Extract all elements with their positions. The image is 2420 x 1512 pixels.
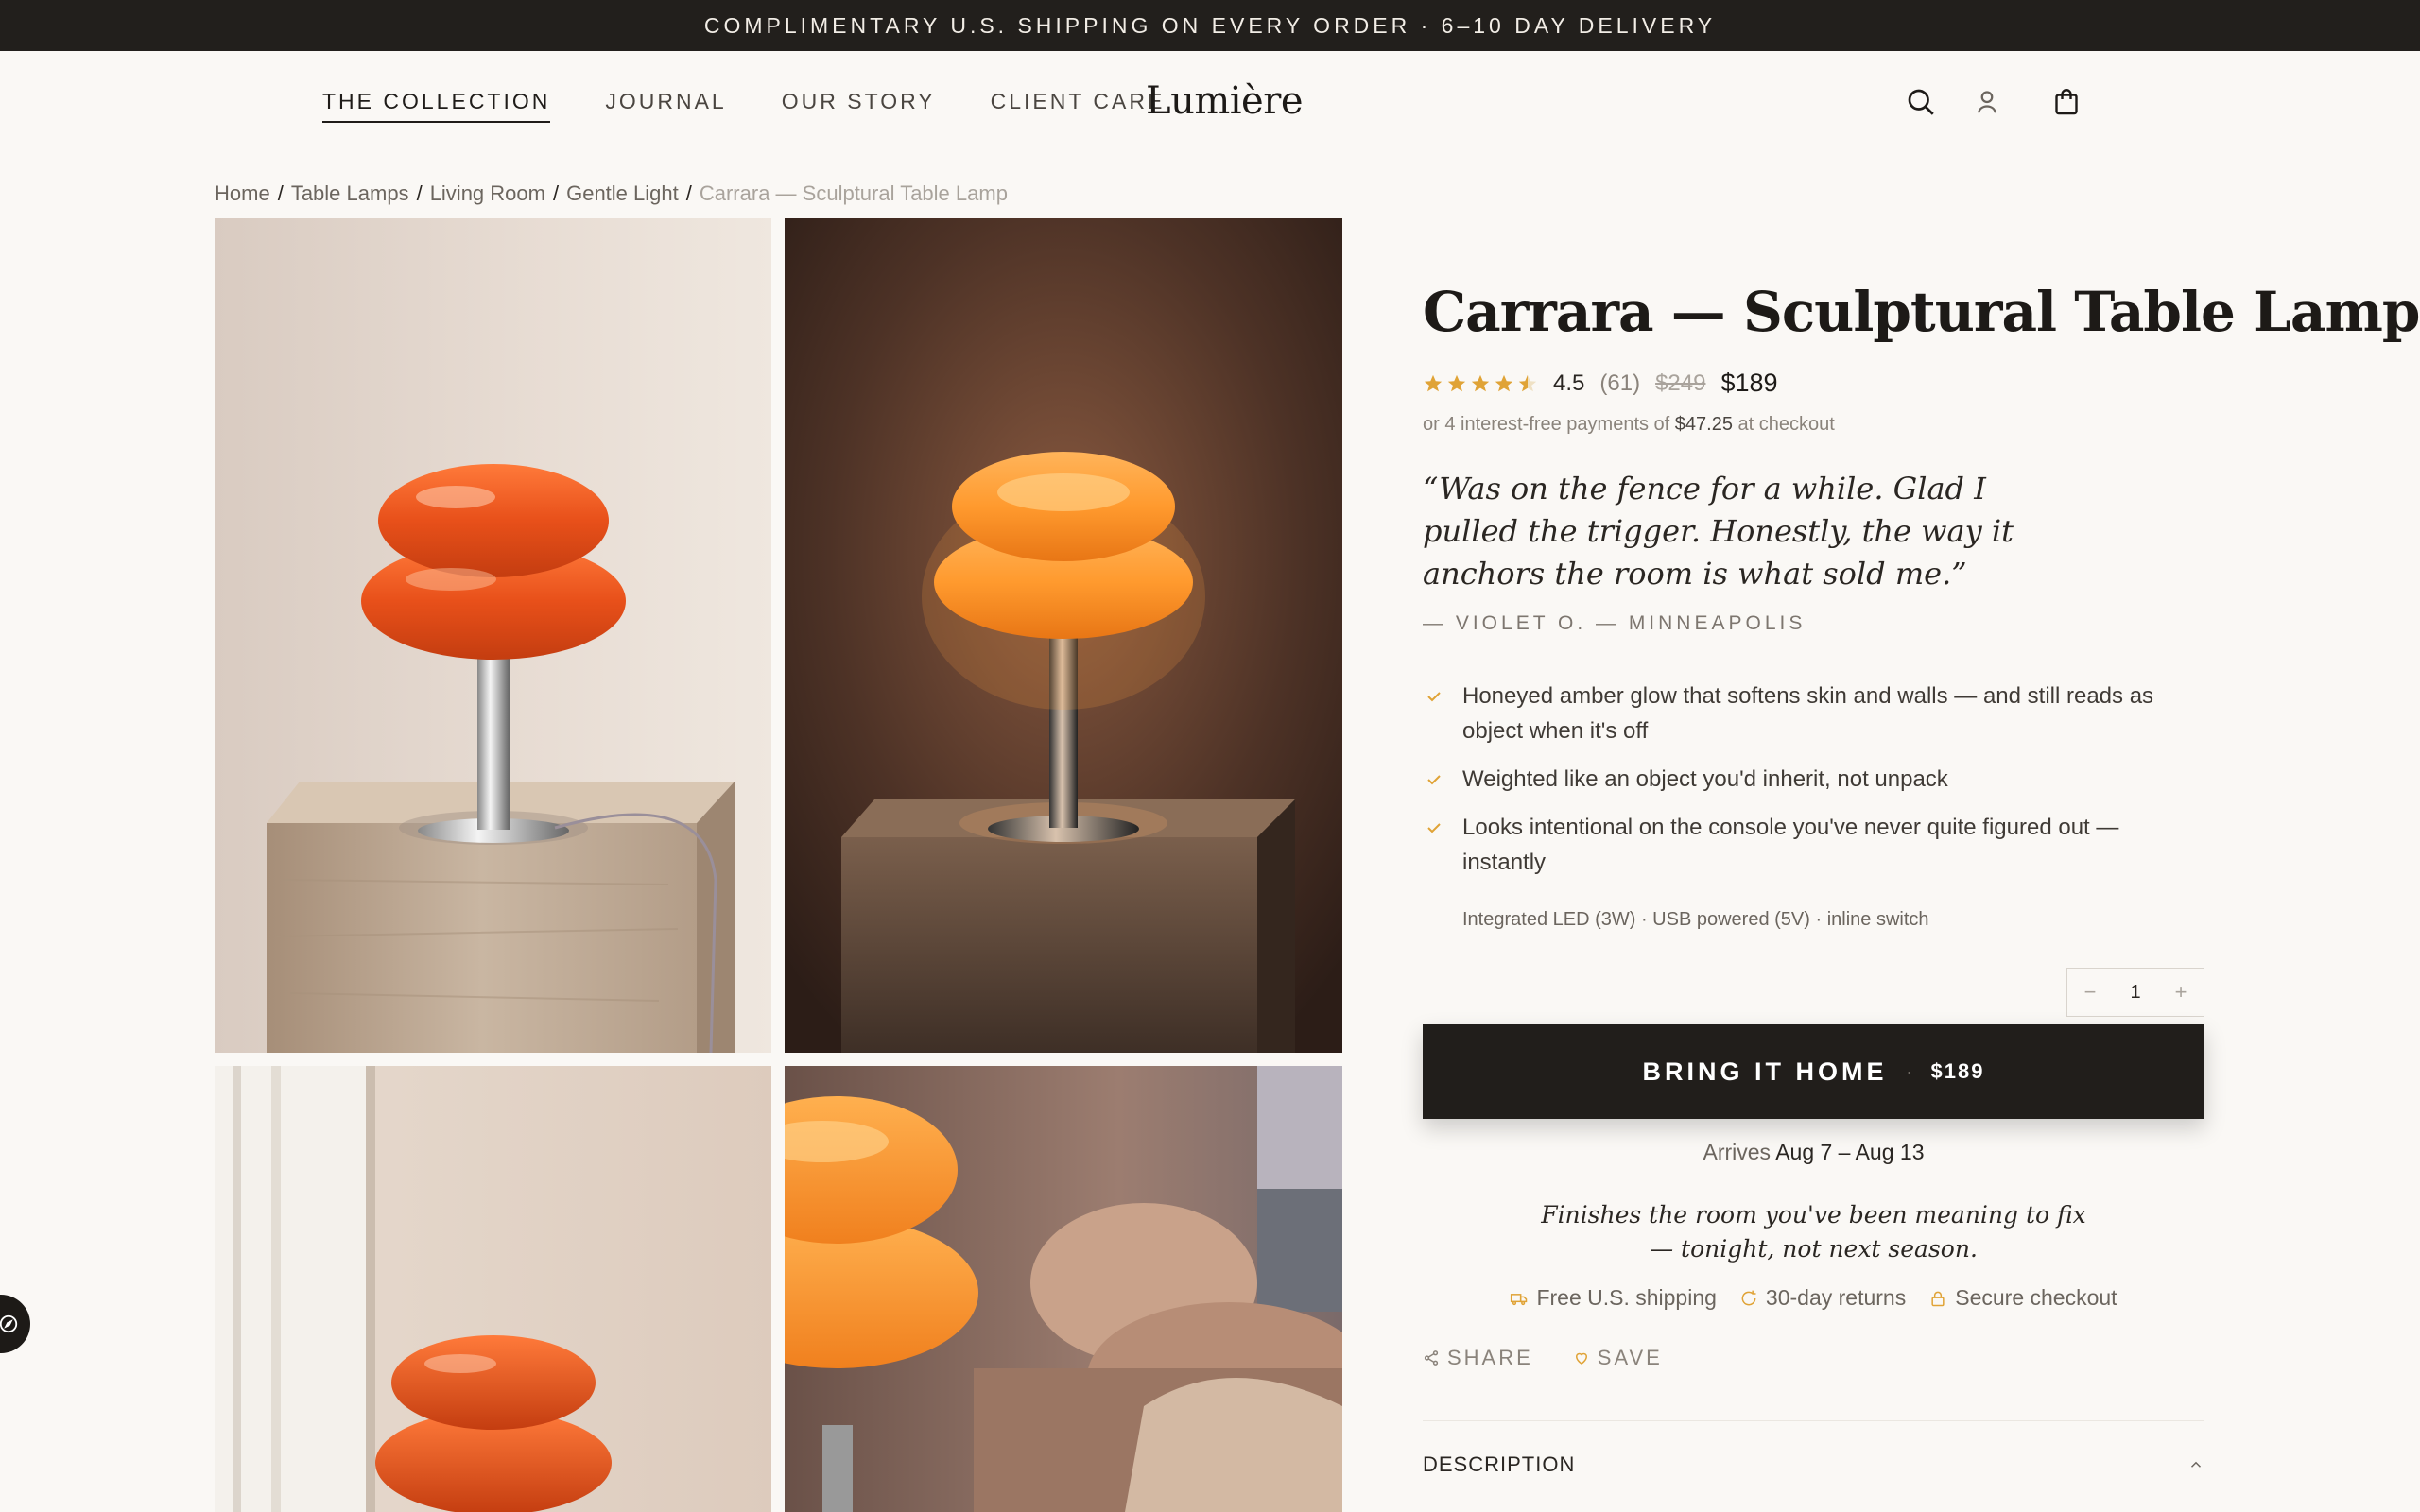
quantity-decrease-button[interactable]: − <box>2067 980 2113 1005</box>
share-icon <box>1424 1350 1439 1366</box>
rating-price-row: 4.5 (61) $249 $189 <box>1423 369 1778 398</box>
product-gallery <box>215 218 1342 1512</box>
breadcrumb-separator: / <box>416 181 423 205</box>
cart-icon[interactable] <box>2049 85 2083 119</box>
star-icon <box>1471 374 1490 391</box>
nav-the-collection[interactable]: THE COLLECTION <box>322 89 551 123</box>
cta-separator: · <box>1906 1061 1912 1081</box>
arrives-label: Arrives <box>1703 1140 1776 1164</box>
announcement-text: COMPLIMENTARY U.S. SHIPPING ON EVERY ORD… <box>703 12 1717 38</box>
floating-widget-button[interactable] <box>0 1295 30 1353</box>
breadcrumb-separator: / <box>552 181 560 205</box>
installments-amount: $47.25 <box>1674 414 1733 435</box>
share-label: SHARE <box>1447 1346 1533 1369</box>
truck-icon <box>1511 1293 1528 1305</box>
quote-author: — VIOLET O. — MINNEAPOLIS <box>1423 612 1806 634</box>
breadcrumb-table-lamps[interactable]: Table Lamps <box>291 181 409 206</box>
benefit-text: Honeyed amber glow that softens skin and… <box>1462 683 2154 744</box>
benefit-text: Looks intentional on the console you've … <box>1462 815 2119 875</box>
review-count[interactable]: (61) <box>1599 370 1640 397</box>
product-image-3[interactable] <box>215 1066 771 1512</box>
divider <box>1423 1420 2204 1421</box>
rating-stars[interactable] <box>1423 373 1538 394</box>
installments-note: or 4 interest-free payments of $47.25 at… <box>1423 414 1835 436</box>
star-icon <box>1424 374 1443 391</box>
trust-shipping-text: Free U.S. shipping <box>1536 1285 1717 1310</box>
installments-text: or 4 interest-free payments of <box>1423 414 1675 435</box>
quantity-increase-button[interactable]: + <box>2158 980 2204 1005</box>
breadcrumb-home[interactable]: Home <box>215 181 270 206</box>
tagline-line-2: — tonight, not next season. <box>1650 1235 1978 1263</box>
returns-icon <box>1741 1290 1756 1305</box>
social-actions: SHARE SAVE <box>1423 1346 1663 1370</box>
add-to-cart-button[interactable]: BRING IT HOME · $189 <box>1423 1024 2204 1119</box>
quantity-stepper: − 1 + <box>2066 968 2204 1017</box>
breadcrumb-living-room[interactable]: Living Room <box>430 181 545 206</box>
breadcrumb-separator: / <box>685 181 692 205</box>
check-icon <box>1427 823 1441 833</box>
installments-text-end: at checkout <box>1732 414 1835 435</box>
delivery-estimate: Arrives Aug 7 – Aug 13 <box>1423 1140 2204 1165</box>
breadcrumb-current: Carrara — Sculptural Table Lamp <box>699 181 1008 205</box>
heart-icon <box>1575 1352 1587 1365</box>
announcement-bar: COMPLIMENTARY U.S. SHIPPING ON EVERY ORD… <box>0 0 2420 51</box>
compare-at-price: $249 <box>1655 369 1706 396</box>
account-icon[interactable] <box>1970 85 2004 119</box>
cta-price: $189 <box>1930 1059 1985 1083</box>
product-image-1[interactable] <box>215 218 771 1053</box>
nav-our-story[interactable]: OUR STORY <box>782 89 936 123</box>
share-button[interactable]: SHARE <box>1423 1346 1533 1370</box>
star-icon <box>1495 374 1513 391</box>
trust-secure-text: Secure checkout <box>1955 1285 2118 1310</box>
tagline-line-1: Finishes the room you've been meaning to… <box>1541 1201 2086 1228</box>
product-specs: Integrated LED (3W) · USB powered (5V) ·… <box>1462 909 1929 930</box>
breadcrumb-gentle-light[interactable]: Gentle Light <box>566 181 679 206</box>
cta-label: BRING IT HOME <box>1642 1057 1888 1086</box>
trust-shipping: Free U.S. shipping <box>1510 1285 1717 1311</box>
benefit-item: Weighted like an object you'd inherit, n… <box>1423 762 2207 797</box>
breadcrumb: Home / Table Lamps / Living Room / Gentl… <box>215 181 1008 206</box>
check-icon <box>1427 775 1441 785</box>
half-star-icon <box>1518 374 1537 391</box>
arrives-dates: Aug 7 – Aug 13 <box>1775 1140 1925 1164</box>
description-label: DESCRIPTION <box>1423 1452 1576 1476</box>
trust-returns-text: 30-day returns <box>1765 1285 1907 1310</box>
customer-quote: “Was on the fence for a while. Glad I pu… <box>1423 471 2014 592</box>
brand-logo[interactable]: Lumière <box>1146 79 1304 123</box>
trust-badges: Free U.S. shipping 30-day returns Secure… <box>1423 1285 2204 1311</box>
star-icon <box>1447 374 1466 391</box>
lock-icon <box>1931 1291 1945 1306</box>
site-header: THE COLLECTION JOURNAL OUR STORY CLIENT … <box>0 51 2420 155</box>
product-image-4[interactable] <box>785 1066 1342 1512</box>
compass-icon <box>0 1314 18 1333</box>
main-nav: THE COLLECTION JOURNAL OUR STORY CLIENT … <box>322 89 1165 123</box>
benefits-list: Honeyed amber glow that softens skin and… <box>1423 679 2207 893</box>
product-title: Carrara — Sculptural Table Lamp <box>1423 280 2420 344</box>
check-icon <box>1427 692 1441 702</box>
breadcrumb-separator: / <box>277 181 284 205</box>
description-accordion[interactable]: DESCRIPTION <box>1423 1446 2204 1484</box>
benefit-text: Weighted like an object you'd inherit, n… <box>1462 766 1948 792</box>
benefit-item: Looks intentional on the console you've … <box>1423 810 2207 880</box>
sale-price: $189 <box>1720 369 1778 397</box>
save-button[interactable]: SAVE <box>1573 1346 1663 1370</box>
nav-client-care[interactable]: CLIENT CARE <box>991 89 1166 123</box>
chevron-up-icon <box>2190 1461 2202 1468</box>
quantity-value[interactable]: 1 <box>2113 982 2158 1004</box>
tagline: Finishes the room you've been meaning to… <box>1423 1198 2204 1266</box>
save-label: SAVE <box>1597 1346 1663 1369</box>
rating-value: 4.5 <box>1553 369 1585 396</box>
search-icon[interactable] <box>1904 85 1938 119</box>
trust-returns: 30-day returns <box>1739 1285 1906 1311</box>
trust-secure: Secure checkout <box>1928 1285 2118 1311</box>
product-image-2[interactable] <box>785 218 1342 1053</box>
nav-journal[interactable]: JOURNAL <box>605 89 726 123</box>
benefit-item: Honeyed amber glow that softens skin and… <box>1423 679 2207 748</box>
